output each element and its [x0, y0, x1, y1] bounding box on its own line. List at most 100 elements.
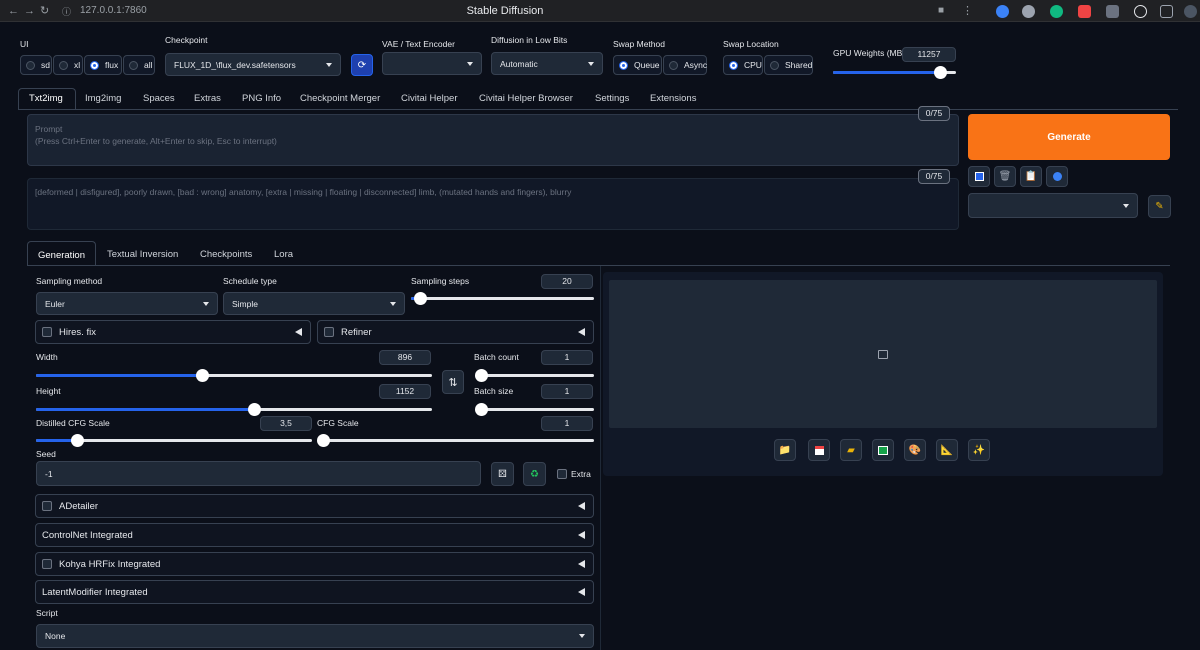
kohya-hrfix-accordion[interactable]: Kohya HRFix Integrated	[35, 552, 594, 576]
batch-count-input[interactable]: 1	[541, 350, 593, 365]
schedule-type-dropdown[interactable]: Simple	[223, 292, 405, 315]
slider-thumb[interactable]	[934, 66, 947, 79]
gpu-weights-slider[interactable]	[833, 66, 956, 79]
refresh-checkpoint-button[interactable]: ⟳	[351, 54, 373, 76]
ui-option-sd[interactable]: sd	[20, 55, 52, 75]
read-params-button[interactable]	[968, 166, 990, 187]
prompt-textarea[interactable]: Prompt (Press Ctrl+Enter to generate, Al…	[27, 114, 959, 166]
output-gallery[interactable]	[609, 280, 1157, 428]
sampling-method-dropdown[interactable]: Euler	[36, 292, 218, 315]
tab-settings[interactable]: Settings	[595, 93, 629, 104]
slider-thumb[interactable]	[414, 292, 428, 305]
extension-icon[interactable]	[996, 5, 1009, 18]
generate-button[interactable]: Generate	[968, 114, 1170, 160]
collapse-icon	[295, 328, 302, 336]
height-input[interactable]: 1152	[379, 384, 431, 399]
extension-icon[interactable]	[1078, 5, 1091, 18]
hires-fix-checkbox[interactable]	[42, 327, 52, 337]
batch-size-input[interactable]: 1	[541, 384, 593, 399]
latentmodifier-accordion[interactable]: LatentModifier Integrated	[35, 580, 594, 604]
zip-button[interactable]: ▰	[840, 439, 862, 461]
gpu-weights-input[interactable]: 11257	[902, 47, 956, 62]
send-to-img2img-button[interactable]	[872, 439, 894, 461]
swap-location-shared[interactable]: Shared	[764, 55, 813, 75]
tab-extras[interactable]: Extras	[194, 93, 221, 104]
slider-thumb[interactable]	[247, 403, 261, 416]
random-seed-button[interactable]: ⚄	[491, 462, 514, 486]
cfg-scale-slider[interactable]	[317, 434, 594, 447]
swap-method-queue[interactable]: Queue	[613, 55, 662, 75]
adetailer-checkbox[interactable]	[42, 501, 52, 511]
slider-thumb[interactable]	[317, 434, 330, 447]
width-input[interactable]: 896	[379, 350, 431, 365]
prompt-placeholder: Prompt	[35, 124, 63, 134]
tab-civitai-helper[interactable]: Civitai Helper	[401, 93, 458, 104]
upscale-button[interactable]: ✨	[968, 439, 990, 461]
edit-styles-button[interactable]: ✎	[1148, 195, 1171, 218]
tab-png-info[interactable]: PNG Info	[242, 93, 281, 104]
extension-icon[interactable]	[1160, 5, 1173, 18]
styles-dropdown[interactable]	[968, 193, 1138, 218]
distilled-cfg-slider[interactable]	[36, 434, 312, 447]
profile-icon[interactable]	[1184, 5, 1197, 18]
controlnet-accordion[interactable]: ControlNet Integrated	[35, 523, 594, 547]
send-to-extras-button[interactable]: 📐	[936, 439, 958, 461]
send-to-inpaint-button[interactable]: 🎨	[904, 439, 926, 461]
hires-fix-accordion[interactable]: Hires. fix	[35, 320, 311, 344]
batch-count-slider[interactable]	[475, 369, 594, 382]
adetailer-accordion[interactable]: ADetailer	[35, 494, 594, 518]
diffusion-low-bits-dropdown[interactable]: Automatic	[491, 52, 603, 75]
script-dropdown[interactable]: None	[36, 624, 594, 648]
checkpoint-dropdown[interactable]: FLUX_1D_\flux_dev.safetensors	[165, 53, 341, 76]
reuse-seed-button[interactable]: ♻	[523, 462, 546, 486]
swap-method-async[interactable]: Async	[663, 55, 707, 75]
clear-prompt-button[interactable]: 🗑	[994, 166, 1016, 187]
swap-location-cpu[interactable]: CPU	[723, 55, 763, 75]
extra-networks-button[interactable]	[1046, 166, 1068, 187]
bookmark-icon[interactable]: ■	[938, 4, 944, 18]
refresh-icon: ⟳	[357, 59, 367, 71]
ui-option-xl[interactable]: xl	[53, 55, 83, 75]
extension-icon[interactable]	[1134, 5, 1147, 18]
seed-input[interactable]: -1	[36, 461, 481, 486]
vae-dropdown[interactable]	[382, 52, 482, 75]
slider-thumb[interactable]	[196, 369, 210, 382]
kohya-hrfix-checkbox[interactable]	[42, 559, 52, 569]
tab-generation[interactable]: Generation	[27, 241, 96, 266]
tab-extensions[interactable]: Extensions	[650, 93, 696, 104]
batch-size-slider[interactable]	[475, 403, 594, 416]
tab-txt2img[interactable]: Txt2img	[18, 88, 76, 110]
tab-textual-inversion[interactable]: Textual Inversion	[107, 249, 178, 260]
refiner-checkbox[interactable]	[324, 327, 334, 337]
slider-thumb[interactable]	[71, 434, 85, 447]
ui-option-flux[interactable]: flux	[84, 55, 122, 75]
sampling-steps-input[interactable]: 20	[541, 274, 593, 289]
save-button[interactable]	[808, 439, 830, 461]
negative-prompt-textarea[interactable]: [deformed | disfigured], poorly drawn, […	[27, 178, 959, 230]
tab-spaces[interactable]: Spaces	[143, 93, 175, 104]
sampling-steps-slider[interactable]	[411, 292, 594, 305]
extension-icon[interactable]	[1050, 5, 1063, 18]
refiner-accordion[interactable]: Refiner	[317, 320, 594, 344]
height-slider[interactable]	[36, 403, 432, 416]
ui-option-all[interactable]: all	[123, 55, 155, 75]
slider-thumb[interactable]	[475, 403, 488, 416]
apply-styles-button[interactable]: 📋	[1020, 166, 1042, 187]
extension-icon[interactable]	[1022, 5, 1035, 18]
tab-lora[interactable]: Lora	[274, 249, 293, 260]
swap-dimensions-button[interactable]: ⇅	[442, 370, 464, 394]
extra-seed-checkbox[interactable]	[557, 469, 567, 479]
menu-icon[interactable]: ⋮	[962, 4, 973, 18]
subtabs-divider	[27, 265, 1170, 266]
tab-img2img[interactable]: Img2img	[85, 93, 121, 104]
extension-icon[interactable]	[1106, 5, 1119, 18]
width-slider[interactable]	[36, 369, 432, 382]
open-folder-button[interactable]: 📁	[774, 439, 796, 461]
tab-civitai-helper-browser[interactable]: Civitai Helper Browser	[479, 93, 573, 104]
slider-thumb[interactable]	[475, 369, 488, 382]
chevron-down-icon	[326, 62, 332, 67]
distilled-cfg-input[interactable]: 3,5	[260, 416, 312, 431]
cfg-scale-input[interactable]: 1	[541, 416, 593, 431]
tab-checkpoints[interactable]: Checkpoints	[200, 249, 252, 260]
tab-checkpoint-merger[interactable]: Checkpoint Merger	[300, 93, 380, 104]
